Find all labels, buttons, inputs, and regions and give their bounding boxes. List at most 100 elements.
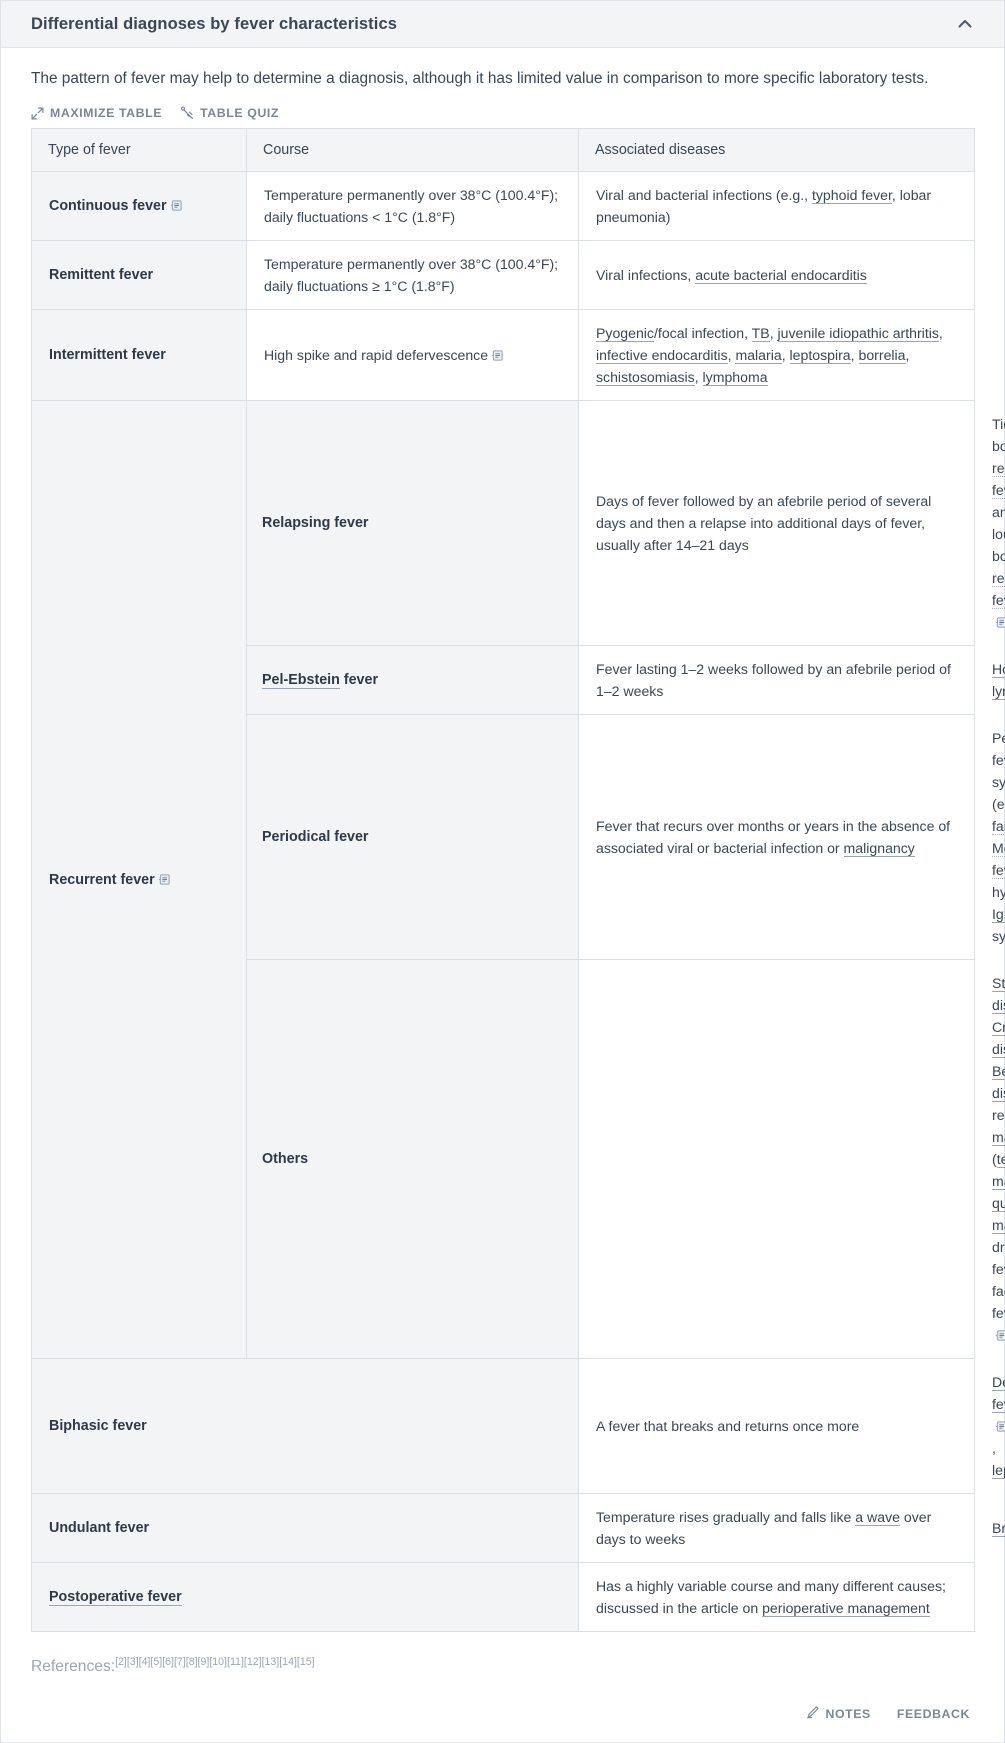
table-row: Undulant fever Temperature rises gradual… xyxy=(31,1493,1005,1563)
feedback-label: FEEDBACK xyxy=(896,1706,970,1721)
row-type-biphasic-fever: Biphasic fever xyxy=(31,1358,579,1494)
reference-item[interactable]: [3] xyxy=(127,1656,139,1668)
section-header[interactable]: Differential diagnoses by fever characte… xyxy=(1,0,1004,48)
disease-link[interactable]: relapsing fever xyxy=(992,460,1005,499)
disease-link[interactable]: malaria xyxy=(992,1129,1005,1146)
disease-link[interactable]: borrelia xyxy=(858,347,906,364)
reference-item[interactable]: [13] xyxy=(262,1656,280,1668)
course-link[interactable]: a wave xyxy=(855,1509,900,1526)
reference-item[interactable]: [6] xyxy=(162,1656,174,1668)
note-tooltip-icon[interactable] xyxy=(995,1329,1005,1342)
table-header-row: Type of fever Course Associated diseases xyxy=(31,128,975,172)
column-header-diseases: Associated diseases xyxy=(578,128,975,172)
disease-link[interactable]: juvenile idiopathic arthritis xyxy=(777,325,939,342)
subrow-label-relapsing-fever: Relapsing fever xyxy=(246,400,579,646)
disease-link[interactable]: quartan malaria xyxy=(992,1195,1005,1234)
disease-link[interactable]: relapsing fever xyxy=(992,570,1005,609)
disease-link[interactable]: Brucellosis xyxy=(992,1520,1005,1537)
reference-item[interactable]: [9] xyxy=(198,1656,210,1668)
disease-link[interactable]: lymphoma xyxy=(702,369,768,386)
section-body: The pattern of fever may help to determi… xyxy=(1,48,1005,1677)
expand-arrows-icon xyxy=(31,107,44,120)
feedback-button[interactable]: FEEDBACK xyxy=(897,1707,970,1721)
reference-item[interactable]: [8] xyxy=(186,1656,198,1668)
row-text-postoperative-fever: Has a highly variable course and many di… xyxy=(578,1562,975,1632)
row-type-intermittent-fever: Intermittent fever xyxy=(31,309,247,401)
disease-link[interactable]: TB xyxy=(751,325,770,342)
row-diseases-continuous-fever: Viral and bacterial infections (e.g., ty… xyxy=(578,171,975,241)
subrow-course-periodical-fever: Fever that recurs over months or years i… xyxy=(578,714,975,960)
article-section-card: Differential diagnoses by fever characte… xyxy=(0,0,1005,1743)
references-label: References: xyxy=(31,1658,116,1676)
reference-item[interactable]: [11] xyxy=(227,1656,244,1668)
table-row: Recurrent fever Relapsing fever Days of … xyxy=(31,400,1005,1359)
reference-item[interactable]: [10] xyxy=(209,1656,227,1668)
disease-link[interactable]: Behcet disease xyxy=(992,1063,1005,1102)
table-row: Postoperative fever Has a highly variabl… xyxy=(31,1562,975,1632)
disease-link[interactable]: leptospira xyxy=(789,347,851,364)
row-type-link[interactable]: Postoperative fever xyxy=(49,1589,182,1606)
subrow-label-others: Others xyxy=(246,959,579,1359)
subrow-course-others xyxy=(578,959,975,1359)
row-type-undulant-fever: Undulant fever xyxy=(31,1493,579,1563)
row-course-undulant-fever: Temperature rises gradually and falls li… xyxy=(578,1493,975,1563)
intro-paragraph: The pattern of fever may help to determi… xyxy=(31,70,929,87)
notes-button[interactable]: NOTES xyxy=(806,1705,871,1722)
maximize-table-button[interactable]: MAXIMIZE TABLE xyxy=(31,106,162,120)
row-course-remittent-fever: Temperature permanently over 38°C (100.4… xyxy=(246,240,579,310)
notes-label: NOTES xyxy=(825,1706,871,1721)
subrow-label-pel-ebstein-fever: Pel-Ebstein fever xyxy=(246,645,579,715)
note-tooltip-icon[interactable] xyxy=(158,873,171,886)
subrow-link[interactable]: Pel-Ebstein xyxy=(262,672,340,689)
reference-item[interactable]: [12] xyxy=(244,1656,262,1668)
table-row: Intermittent fever High spike and rapid … xyxy=(31,309,975,401)
row-course-continuous-fever: Temperature permanently over 38°C (100.4… xyxy=(246,171,579,241)
column-header-type: Type of fever xyxy=(31,128,247,172)
table-row: Remittent fever Temperature permanently … xyxy=(31,240,975,310)
disease-link[interactable]: Hodgkin lymphoma xyxy=(992,661,1005,700)
article-link[interactable]: perioperative management xyxy=(762,1600,930,1617)
disease-link[interactable]: acute bacterial endocarditis xyxy=(695,267,867,284)
disease-link[interactable]: schistosomiasis xyxy=(596,369,695,386)
reference-item[interactable]: [7] xyxy=(174,1656,186,1668)
subrow-course-relapsing-fever: Days of fever followed by an afebrile pe… xyxy=(578,400,975,646)
chevron-up-icon[interactable] xyxy=(948,7,982,41)
disease-link[interactable]: familial Mediterranean fever xyxy=(992,818,1005,879)
reference-item[interactable]: [2] xyxy=(115,1656,127,1668)
reference-item[interactable]: [5] xyxy=(150,1656,162,1668)
disease-link[interactable]: Crohn disease xyxy=(992,1019,1005,1058)
reference-list: [2][3][4][5][6][7][8][9][10][11][12][13]… xyxy=(115,1656,315,1668)
disease-link[interactable]: infective endocarditis xyxy=(596,347,728,364)
reference-item[interactable]: [14] xyxy=(279,1656,297,1668)
course-link[interactable]: malignancy xyxy=(843,840,915,857)
row-course-biphasic-fever: A fever that breaks and returns once mor… xyxy=(578,1358,975,1494)
disease-link[interactable]: malaria xyxy=(735,347,782,364)
quiz-tag-icon xyxy=(180,106,194,120)
note-tooltip-icon[interactable] xyxy=(995,1420,1005,1433)
subrow-label-periodical-fever: Periodical fever xyxy=(246,714,579,960)
subrow-course-pel-ebstein-fever: Fever lasting 1–2 weeks followed by an a… xyxy=(578,645,975,715)
disease-link[interactable]: Pyogenic xyxy=(596,325,654,342)
pencil-icon xyxy=(806,1705,820,1722)
row-course-intermittent-fever: High spike and rapid defervescence xyxy=(246,309,579,401)
disease-link[interactable]: tertian malaria xyxy=(992,1151,1005,1190)
reference-item[interactable]: [15] xyxy=(297,1656,315,1668)
table-quiz-button[interactable]: TABLE QUIZ xyxy=(180,106,279,120)
disease-link[interactable]: typhoid fever xyxy=(811,187,892,204)
disease-link[interactable]: Still disease xyxy=(992,975,1005,1014)
reference-item[interactable]: [4] xyxy=(139,1656,151,1668)
disease-link[interactable]: Dengue fever xyxy=(992,1374,1005,1413)
disease-link[interactable]: leptospirosis xyxy=(992,1462,1005,1479)
references: References:[2][3][4][5][6][7][8][9][10][… xyxy=(31,1652,974,1677)
row-type-recurrent-fever: Recurrent fever xyxy=(31,400,247,1359)
note-tooltip-icon[interactable] xyxy=(995,616,1005,629)
row-type-continuous-fever: Continuous fever xyxy=(31,171,247,241)
table-row: Biphasic fever A fever that breaks and r… xyxy=(31,1358,1005,1494)
note-tooltip-icon[interactable] xyxy=(170,199,183,212)
table-quiz-label: TABLE QUIZ xyxy=(200,106,280,120)
column-header-course: Course xyxy=(246,128,579,172)
disease-link[interactable]: IgD xyxy=(992,906,1005,923)
note-tooltip-icon[interactable] xyxy=(491,349,504,362)
maximize-table-label: MAXIMIZE TABLE xyxy=(50,106,163,120)
row-type-postoperative-fever: Postoperative fever xyxy=(31,1562,579,1632)
